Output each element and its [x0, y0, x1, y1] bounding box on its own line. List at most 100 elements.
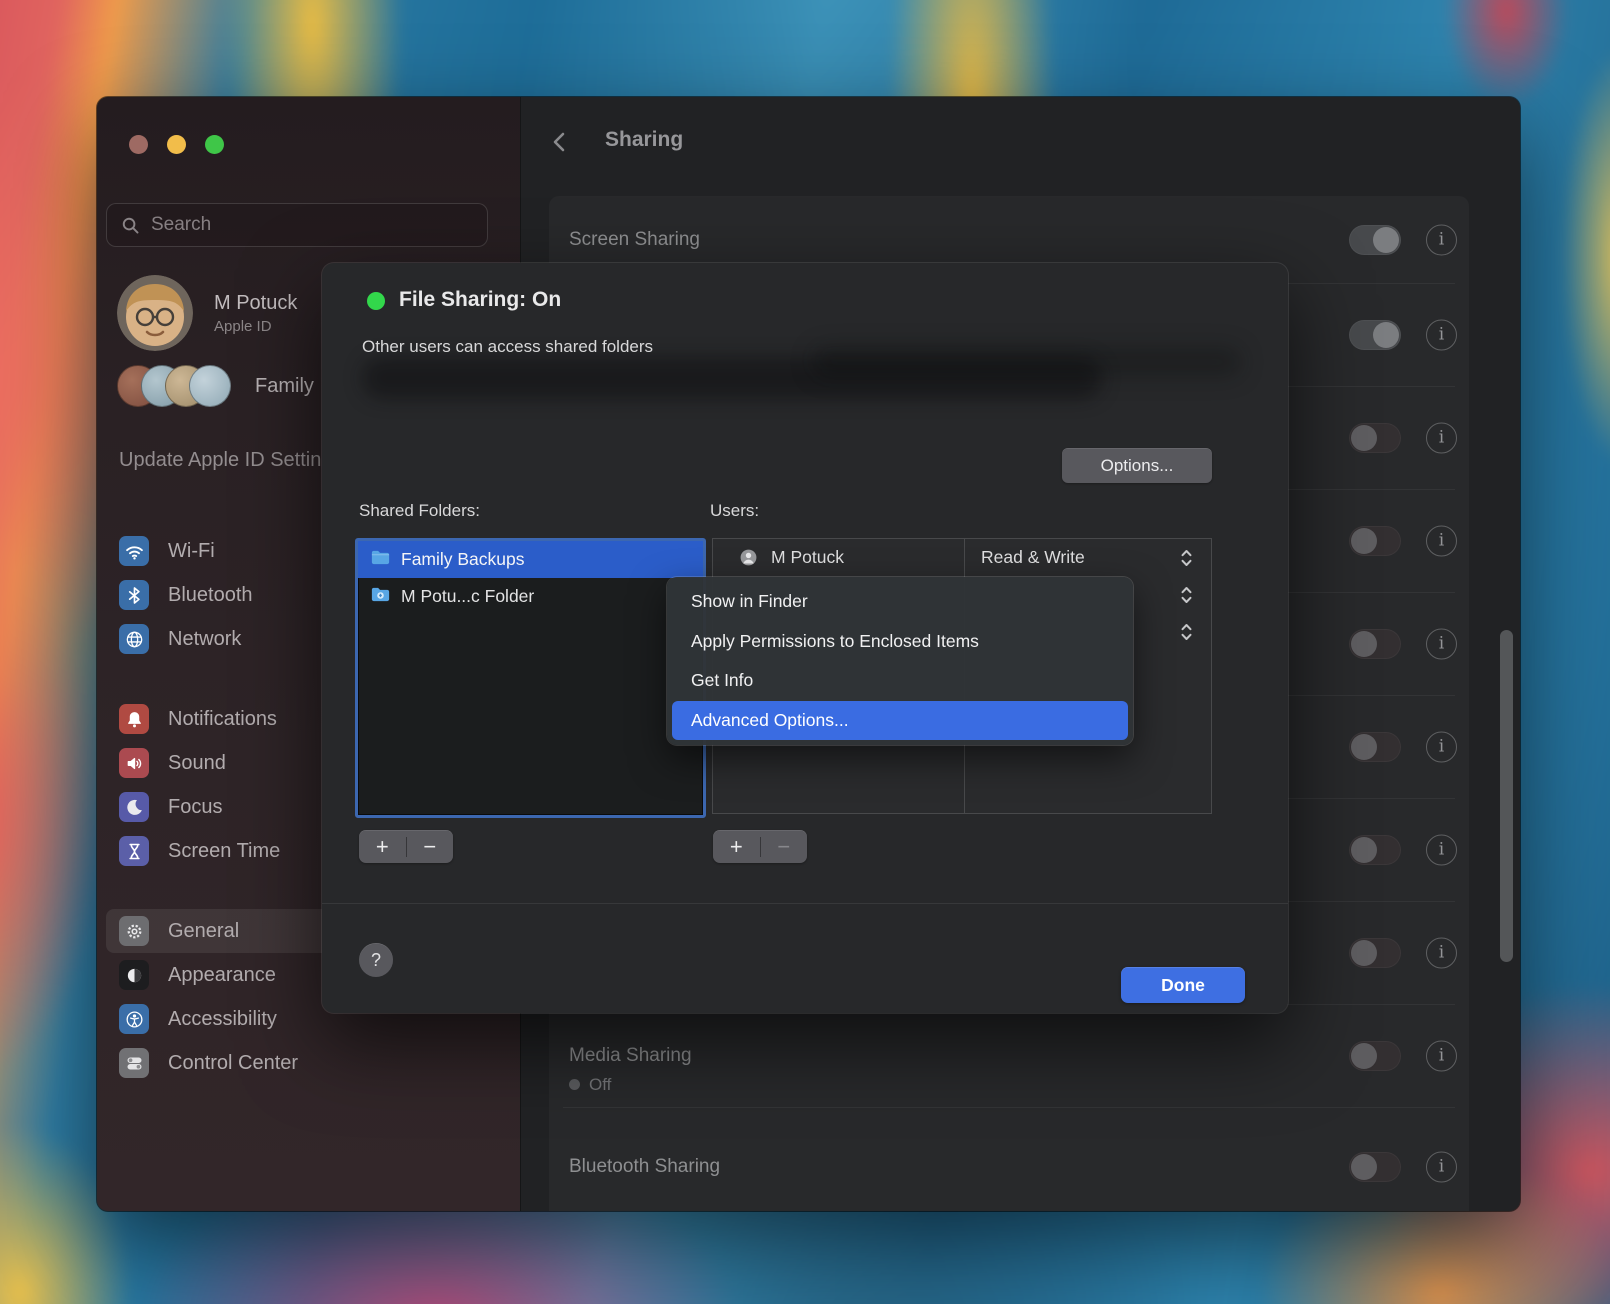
service-toggle[interactable]	[1349, 732, 1401, 762]
shared-folder-row[interactable]: Family Backups	[358, 541, 703, 578]
folder-icon	[369, 546, 392, 574]
accessibility-icon	[119, 1004, 149, 1034]
sidebar-item-label: Screen Time	[168, 840, 280, 863]
permission-stepper[interactable]	[1178, 583, 1195, 607]
scrollbar[interactable]	[1500, 630, 1513, 962]
sidebar-item-label: General	[168, 920, 239, 943]
service-toggle[interactable]	[1349, 423, 1401, 453]
update-apple-id-notice[interactable]: Update Apple ID Settings	[119, 445, 349, 476]
profile-name: M Potuck	[214, 292, 297, 315]
info-button[interactable]: i	[1426, 628, 1457, 659]
family-item[interactable]: Family	[117, 365, 314, 407]
moon-icon	[119, 792, 149, 822]
family-avatars	[117, 365, 231, 407]
public-folder-icon	[369, 583, 392, 611]
remove-folder-button[interactable]: −	[407, 830, 454, 863]
toggle-knob	[1351, 631, 1377, 657]
sidebar-item-label: Network	[168, 628, 241, 651]
service-label: Bluetooth Sharing	[569, 1156, 720, 1178]
info-button[interactable]: i	[1426, 1151, 1457, 1182]
family-label: Family	[255, 375, 314, 398]
sidebar-item-label: Wi-Fi	[168, 540, 215, 563]
bell-icon	[119, 704, 149, 734]
help-button[interactable]: ?	[359, 943, 393, 977]
sidebar-item-label: Focus	[168, 796, 222, 819]
service-toggle[interactable]	[1349, 835, 1401, 865]
search-input[interactable]	[149, 213, 453, 237]
context-menu-item-show-in-finder[interactable]: Show in Finder	[672, 582, 1128, 622]
folder-context-menu: Show in FinderApply Permissions to Enclo…	[667, 577, 1133, 745]
apple-id-profile[interactable]: M Potuck Apple ID	[117, 275, 297, 351]
redacted-text-blur-2	[812, 347, 1242, 377]
service-row: Media Sharing Off i	[549, 1004, 1469, 1107]
back-button[interactable]	[547, 129, 573, 155]
add-folder-button[interactable]: +	[359, 830, 406, 863]
context-menu-item-apply-permissions-to-enclosed-items[interactable]: Apply Permissions to Enclosed Items	[672, 622, 1128, 662]
shared-folder-row[interactable]: M Potu...c Folder	[358, 578, 703, 615]
add-user-button[interactable]: +	[713, 830, 760, 863]
status-text: Off	[589, 1075, 611, 1095]
info-button[interactable]: i	[1426, 224, 1457, 255]
toggle-knob	[1351, 425, 1377, 451]
info-button[interactable]: i	[1426, 525, 1457, 556]
shared-folders-list: Family Backups M Potu...c Folder	[355, 538, 706, 818]
user-icon	[739, 548, 758, 567]
toggle-knob	[1351, 837, 1377, 863]
avatar	[117, 275, 193, 351]
folder-name: M Potu...c Folder	[401, 586, 534, 607]
sidebar-item-label: Notifications	[168, 708, 277, 731]
folder-name: Family Backups	[401, 549, 525, 570]
info-button[interactable]: i	[1426, 422, 1457, 453]
minimize-button[interactable]	[167, 135, 186, 154]
service-label: Media Sharing	[569, 1045, 692, 1067]
chevron-left-icon	[547, 129, 573, 155]
user-row[interactable]: M PotuckRead & Write	[713, 539, 1211, 576]
context-menu-item-advanced-options[interactable]: Advanced Options...	[672, 701, 1128, 741]
toggle-knob	[1351, 528, 1377, 554]
sidebar-item-label: Appearance	[168, 964, 276, 987]
search-field[interactable]	[106, 203, 488, 247]
sidebar-item-label: Bluetooth	[168, 584, 253, 607]
remove-user-button[interactable]: −	[761, 830, 808, 863]
info-button[interactable]: i	[1426, 319, 1457, 350]
desktop: M Potuck Apple ID Family Update Apple ID…	[0, 0, 1610, 1304]
sidebar-item-label: Control Center	[168, 1052, 298, 1075]
service-toggle[interactable]	[1349, 526, 1401, 556]
window-controls	[129, 135, 224, 154]
folders-add-remove: + −	[359, 830, 453, 863]
service-toggle[interactable]	[1349, 1152, 1401, 1182]
service-toggle[interactable]	[1349, 938, 1401, 968]
footer-divider	[322, 903, 1288, 904]
search-icon	[121, 216, 140, 235]
dialog-title: File Sharing: On	[399, 288, 561, 312]
info-button[interactable]: i	[1426, 834, 1457, 865]
zoom-button[interactable]	[205, 135, 224, 154]
permission-stepper[interactable]	[1178, 620, 1195, 644]
toggle-knob	[1351, 940, 1377, 966]
status-dot	[569, 1079, 580, 1090]
info-button[interactable]: i	[1426, 937, 1457, 968]
context-menu-item-get-info[interactable]: Get Info	[672, 661, 1128, 701]
users-add-remove: + −	[713, 830, 807, 863]
service-label: Screen Sharing	[569, 229, 700, 251]
info-button[interactable]: i	[1426, 1040, 1457, 1071]
service-toggle[interactable]	[1349, 320, 1401, 350]
user-name: M Potuck	[771, 547, 844, 568]
toggle-knob	[1373, 227, 1399, 253]
bluetooth-icon	[119, 580, 149, 610]
options-button[interactable]: Options...	[1062, 448, 1212, 483]
service-toggle[interactable]	[1349, 225, 1401, 255]
toggle-knob	[1373, 322, 1399, 348]
close-button[interactable]	[129, 135, 148, 154]
service-status: Off	[569, 1075, 611, 1095]
speaker-icon	[119, 748, 149, 778]
done-button[interactable]: Done	[1121, 967, 1245, 1003]
service-toggle[interactable]	[1349, 1041, 1401, 1071]
info-button[interactable]: i	[1426, 731, 1457, 762]
profile-subtitle: Apple ID	[214, 318, 297, 335]
toggle-knob	[1351, 1154, 1377, 1180]
service-toggle[interactable]	[1349, 629, 1401, 659]
status-dot	[367, 292, 385, 310]
sidebar-item-control-center[interactable]: Control Center	[106, 1041, 498, 1085]
sidebar-item-label: Accessibility	[168, 1008, 277, 1031]
